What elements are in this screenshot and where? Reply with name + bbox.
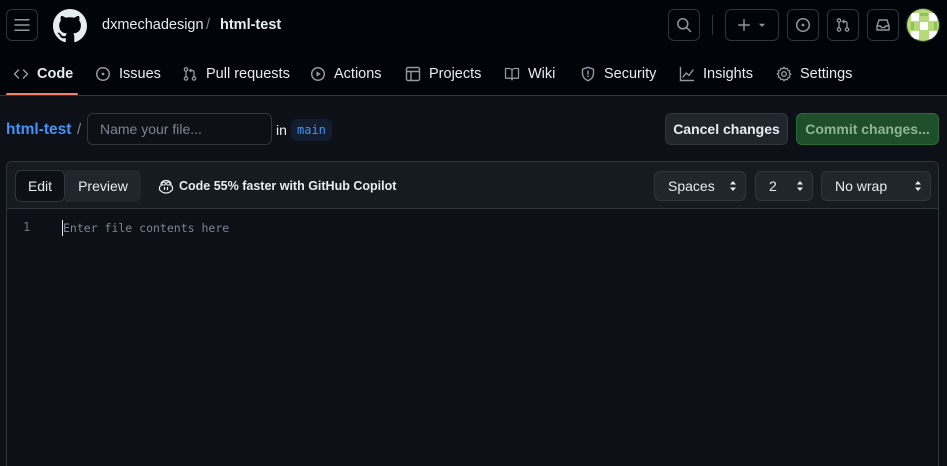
shield-icon [581, 66, 595, 82]
search-icon [677, 18, 692, 33]
select-arrows-icon [797, 181, 803, 191]
play-icon [310, 66, 326, 82]
tab-security[interactable]: Security [580, 56, 656, 92]
tab-security-label: Security [604, 66, 657, 82]
copilot-icon [158, 179, 174, 194]
your-issues-button[interactable] [787, 9, 819, 41]
tab-code-label: Code [37, 66, 74, 82]
tab-settings-label: Settings [800, 66, 853, 82]
book-icon [504, 67, 520, 81]
tab-pull-requests[interactable]: Pull requests [182, 56, 290, 92]
issue-opened-icon [795, 17, 811, 33]
triangle-down-icon [758, 23, 766, 27]
tab-insights-label: Insights [703, 66, 753, 82]
graph-icon [679, 66, 695, 82]
tab-code[interactable]: Code [13, 56, 73, 92]
issue-opened-icon [95, 66, 111, 82]
line-number: 1 [23, 220, 31, 234]
inbox-icon [876, 19, 890, 31]
header-divider [712, 15, 713, 35]
breadcrumb-repo[interactable]: html-test [220, 16, 281, 34]
indent-size-select[interactable]: 2 [755, 171, 813, 201]
global-header: dxmechadesign / html-test Code Issues Pu… [0, 0, 947, 96]
copilot-promo[interactable]: Code 55% faster with GitHub Copilot [158, 178, 396, 194]
header-top-row: dxmechadesign / html-test [0, 0, 947, 50]
cancel-changes-button[interactable]: Cancel changes [665, 113, 788, 145]
search-button[interactable] [668, 9, 700, 41]
tab-settings[interactable]: Settings [776, 56, 852, 92]
branch-badge: main [291, 119, 332, 141]
tab-wiki-label: Wiki [528, 66, 556, 82]
wrap-mode-value: No wrap [835, 178, 888, 194]
indent-size-value: 2 [769, 178, 777, 194]
file-content-editor[interactable]: Enter file contents here [63, 221, 229, 235]
tab-edit[interactable]: Edit [15, 170, 65, 202]
breadcrumb-owner[interactable]: dxmechadesign [102, 16, 204, 34]
editor-toolbar: Edit Preview Code 55% faster with GitHub… [7, 162, 938, 209]
indent-mode-value: Spaces [668, 178, 715, 194]
select-arrows-icon [915, 181, 921, 191]
tab-actions[interactable]: Actions [310, 56, 382, 92]
breadcrumb-separator: / [206, 17, 211, 33]
github-logo-icon[interactable] [53, 9, 87, 43]
path-separator: / [77, 121, 82, 138]
git-pull-request-icon [183, 67, 197, 81]
file-editor: Edit Preview Code 55% faster with GitHub… [6, 161, 939, 466]
plus-icon [738, 19, 750, 31]
hamburger-icon [14, 19, 30, 31]
select-arrows-icon [730, 181, 736, 191]
tab-preview[interactable]: Preview [65, 170, 141, 202]
table-icon [405, 66, 421, 82]
repo-nav: Code Issues Pull requests Actions Projec… [0, 56, 947, 96]
edit-preview-toggle: Edit Preview [15, 170, 141, 202]
commit-changes-button[interactable]: Commit changes... [796, 113, 939, 145]
code-icon [13, 69, 29, 79]
wrap-mode-select[interactable]: No wrap [821, 171, 931, 201]
tab-pull-requests-label: Pull requests [206, 66, 290, 82]
in-label: in [276, 122, 287, 138]
tab-actions-label: Actions [334, 66, 382, 82]
git-pull-request-icon [836, 18, 850, 32]
tab-wiki[interactable]: Wiki [504, 56, 555, 92]
tab-insights[interactable]: Insights [679, 56, 753, 92]
active-tab-indicator [6, 93, 78, 95]
filename-input[interactable] [87, 113, 272, 145]
tab-issues[interactable]: Issues [95, 56, 161, 92]
repo-path-link[interactable]: html-test [6, 120, 71, 140]
notifications-button[interactable] [867, 9, 899, 41]
tab-issues-label: Issues [119, 66, 161, 82]
gear-icon [776, 66, 792, 82]
avatar[interactable] [906, 8, 940, 42]
menu-button[interactable] [6, 9, 38, 41]
tab-projects[interactable]: Projects [405, 56, 481, 92]
your-pull-requests-button[interactable] [827, 9, 859, 41]
indent-mode-select[interactable]: Spaces [654, 171, 746, 201]
tab-projects-label: Projects [429, 66, 482, 82]
copilot-promo-text: Code 55% faster with GitHub Copilot [179, 179, 397, 193]
create-new-button[interactable] [725, 9, 779, 41]
